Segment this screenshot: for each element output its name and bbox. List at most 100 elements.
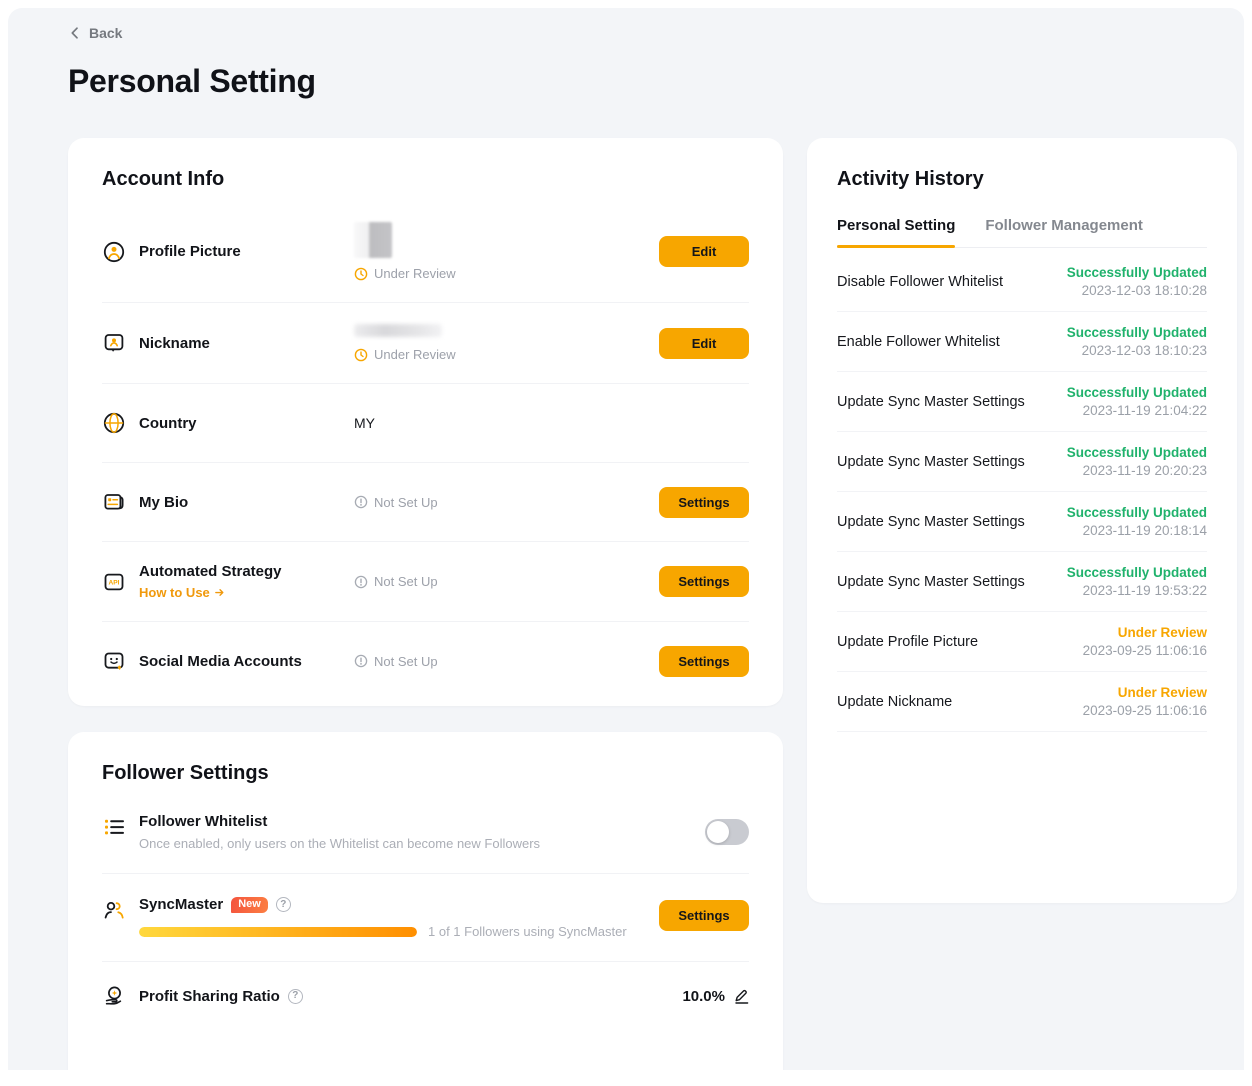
row-label: Profile Picture xyxy=(139,243,241,260)
back-button[interactable]: Back xyxy=(68,26,122,40)
toggle-knob xyxy=(707,821,729,843)
row-label: My Bio xyxy=(139,494,188,511)
activity-item: Update Nickname Under Review 2023-09-25 … xyxy=(837,672,1207,732)
question-icon[interactable] xyxy=(276,897,291,912)
nickname-preview xyxy=(354,324,442,337)
activity-result: Successfully Updated 2023-11-19 19:53:22 xyxy=(1067,565,1207,598)
activity-action: Update Profile Picture xyxy=(837,634,978,650)
row-label: Nickname xyxy=(139,335,210,352)
nickname-icon xyxy=(102,331,126,355)
profit-sharing-row: Profit Sharing Ratio 10.0% xyxy=(102,962,749,1030)
activity-timestamp: 2023-12-03 18:10:28 xyxy=(1067,283,1207,298)
account-row-nickname: Nickname Under Review Edit xyxy=(102,303,749,384)
activity-action: Update Sync Master Settings xyxy=(837,514,1025,530)
activity-status: Successfully Updated xyxy=(1067,325,1207,340)
activity-action: Disable Follower Whitelist xyxy=(837,274,1003,290)
activity-action: Enable Follower Whitelist xyxy=(837,334,1000,350)
activity-result: Successfully Updated 2023-11-19 20:20:23 xyxy=(1067,445,1207,478)
activity-result: Successfully Updated 2023-11-19 21:04:22 xyxy=(1067,385,1207,418)
profile-picture-status: Under Review xyxy=(354,266,456,281)
activity-status: Successfully Updated xyxy=(1067,505,1207,520)
edit-profile-picture-button[interactable]: Edit xyxy=(659,236,749,267)
account-row-automated-strategy: API Automated Strategy How to Use xyxy=(102,542,749,622)
activity-result: Successfully Updated 2023-12-03 18:10:28 xyxy=(1067,265,1207,298)
syncmaster-settings-button[interactable]: Settings xyxy=(659,900,749,931)
activity-timestamp: 2023-11-19 21:04:22 xyxy=(1067,403,1207,418)
activity-status: Successfully Updated xyxy=(1067,565,1207,580)
whitelist-list-icon xyxy=(102,815,126,839)
activity-timestamp: 2023-11-19 20:18:14 xyxy=(1067,523,1207,538)
account-row-social-media: Social Media Accounts Not Set Up Setting… xyxy=(102,622,749,700)
activity-tabs: Personal Setting Follower Management xyxy=(837,217,1207,248)
my-bio-settings-button[interactable]: Settings xyxy=(659,487,749,518)
edit-nickname-button[interactable]: Edit xyxy=(659,328,749,359)
syncmaster-icon xyxy=(102,898,126,922)
nickname-status: Under Review xyxy=(354,347,456,362)
activity-timestamp: 2023-12-03 18:10:23 xyxy=(1067,343,1207,358)
my-bio-status: Not Set Up xyxy=(354,495,438,510)
activity-status: Successfully Updated xyxy=(1067,385,1207,400)
social-media-icon xyxy=(102,649,126,673)
syncmaster-label: SyncMaster xyxy=(139,896,223,913)
svg-text:API: API xyxy=(109,579,120,586)
activity-result: Successfully Updated 2023-12-03 18:10:23 xyxy=(1067,325,1207,358)
activity-result: Under Review 2023-09-25 11:06:16 xyxy=(1083,685,1207,718)
my-bio-icon xyxy=(102,490,126,514)
activity-action: Update Sync Master Settings xyxy=(837,454,1025,470)
activity-timestamp: 2023-11-19 20:20:23 xyxy=(1067,463,1207,478)
activity-action: Update Nickname xyxy=(837,694,952,710)
activity-status: Under Review xyxy=(1083,625,1207,640)
profit-sharing-label: Profit Sharing Ratio xyxy=(139,988,280,1005)
account-row-profile-picture: Profile Picture Under Review Edit xyxy=(102,201,749,303)
activity-status: Successfully Updated xyxy=(1067,445,1207,460)
info-icon xyxy=(354,654,368,668)
profit-sharing-icon xyxy=(102,984,126,1008)
activity-timestamp: 2023-11-19 19:53:22 xyxy=(1067,583,1207,598)
activity-result: Successfully Updated 2023-11-19 20:18:14 xyxy=(1067,505,1207,538)
social-media-settings-button[interactable]: Settings xyxy=(659,646,749,677)
activity-item: Update Sync Master Settings Successfully… xyxy=(837,432,1207,492)
activity-status: Successfully Updated xyxy=(1067,265,1207,280)
profit-sharing-edit[interactable]: 10.0% xyxy=(682,988,749,1005)
row-label: Social Media Accounts xyxy=(139,653,302,670)
new-badge: New xyxy=(231,897,268,913)
activity-timestamp: 2023-09-25 11:06:16 xyxy=(1083,643,1207,658)
activity-item: Update Sync Master Settings Successfully… xyxy=(837,492,1207,552)
country-globe-icon xyxy=(102,411,126,435)
page-background: Back Personal Setting Account Info Profi… xyxy=(8,8,1244,1070)
tab-personal-setting[interactable]: Personal Setting xyxy=(837,217,955,247)
profile-picture-icon xyxy=(102,240,126,264)
edit-pencil-icon xyxy=(733,988,749,1004)
question-icon[interactable] xyxy=(288,989,303,1004)
activity-item: Update Profile Picture Under Review 2023… xyxy=(837,612,1207,672)
activity-action: Update Sync Master Settings xyxy=(837,574,1025,590)
clock-icon xyxy=(354,348,368,362)
social-media-status: Not Set Up xyxy=(354,654,438,669)
page-title: Personal Setting xyxy=(68,63,1244,100)
arrow-right-icon xyxy=(214,587,225,598)
follower-whitelist-row: Follower Whitelist Once enabled, only us… xyxy=(102,791,749,874)
account-info-title: Account Info xyxy=(102,168,749,191)
syncmaster-usage: 1 of 1 Followers using SyncMaster xyxy=(428,924,627,939)
syncmaster-progress-fill xyxy=(139,927,417,937)
api-icon: API xyxy=(102,570,126,594)
info-icon xyxy=(354,575,368,589)
follower-whitelist-toggle[interactable] xyxy=(705,819,749,845)
how-to-use-link[interactable]: How to Use xyxy=(139,585,282,600)
profit-sharing-value: 10.0% xyxy=(682,988,725,1005)
automated-strategy-settings-button[interactable]: Settings xyxy=(659,566,749,597)
activity-list: Disable Follower Whitelist Successfully … xyxy=(837,252,1207,732)
activity-item: Enable Follower Whitelist Successfully U… xyxy=(837,312,1207,372)
account-row-my-bio: My Bio Not Set Up Settings xyxy=(102,463,749,542)
activity-history-card: Activity History Personal Setting Follow… xyxy=(807,138,1237,903)
clock-icon xyxy=(354,267,368,281)
follower-whitelist-label: Follower Whitelist xyxy=(139,813,705,830)
profile-picture-preview xyxy=(354,222,392,258)
activity-timestamp: 2023-09-25 11:06:16 xyxy=(1083,703,1207,718)
activity-history-title: Activity History xyxy=(837,168,1207,191)
tab-follower-management[interactable]: Follower Management xyxy=(985,217,1143,247)
activity-result: Under Review 2023-09-25 11:06:16 xyxy=(1083,625,1207,658)
automated-strategy-status: Not Set Up xyxy=(354,574,438,589)
follower-settings-title: Follower Settings xyxy=(102,762,749,785)
follower-settings-card: Follower Settings Follower Whitelist Onc… xyxy=(68,732,783,1070)
